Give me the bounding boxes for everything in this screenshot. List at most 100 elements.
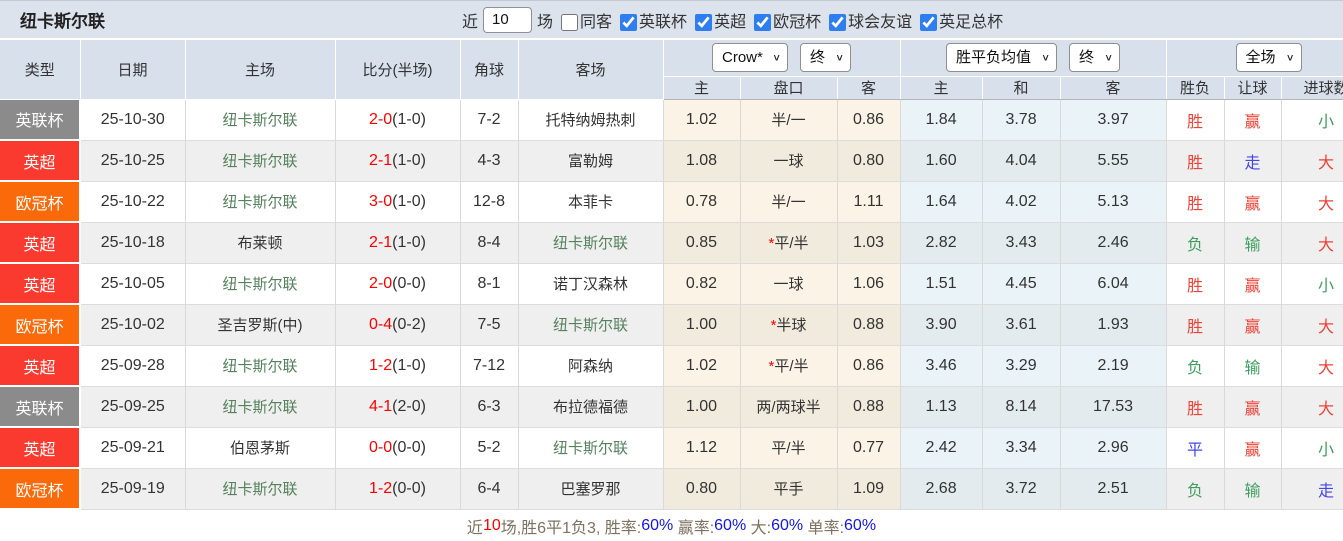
match-row: 欧冠杯 25-10-22 纽卡斯尔联 3-0(1-0) 12-8 本菲卡 0.78 半/一 1.… bbox=[0, 181, 1343, 223]
avg-home-cell: 1.51 bbox=[900, 263, 983, 305]
match-type-badge: 欧冠杯 bbox=[0, 181, 81, 223]
col-header-score: 比分(半场) bbox=[335, 40, 461, 100]
odds-home-cell: 0.78 bbox=[663, 181, 741, 223]
handicap-result-cell: 赢 bbox=[1224, 386, 1282, 428]
summary-segment-2: 场,胜6平1负3, 胜率: bbox=[500, 519, 642, 537]
avg-draw-cell: 3.29 bbox=[982, 345, 1061, 387]
fulltime-score: 0-4 bbox=[369, 315, 393, 333]
match-row: 英超 25-10-18 布莱顿 2-1(1-0) 8-4 纽卡斯尔联 0.85 *平/半 1.0… bbox=[0, 222, 1343, 264]
sub-header-goals: 进球数 bbox=[1281, 76, 1343, 100]
filter-checkbox-3[interactable] bbox=[754, 13, 772, 31]
scope-select[interactable]: 全场 bbox=[1235, 43, 1302, 73]
avg-away-cell: 3.97 bbox=[1060, 99, 1167, 141]
match-date: 25-10-25 bbox=[80, 140, 186, 182]
score-cell: 2-0(1-0) bbox=[335, 99, 461, 141]
away-team-name: 纽卡斯尔联 bbox=[552, 440, 628, 457]
halftime-score: (0-0) bbox=[392, 274, 426, 292]
match-type-badge: 英超 bbox=[0, 345, 81, 387]
match-row: 英联杯 25-09-25 纽卡斯尔联 4-1(2-0) 6-3 布拉德福德 1.00 两/两球… bbox=[0, 386, 1343, 428]
score-cell: 1-2(0-0) bbox=[335, 468, 461, 510]
handicap-cell: *平/半 bbox=[740, 222, 838, 264]
filter-checkbox-1[interactable] bbox=[620, 13, 638, 31]
halftime-score: (2-0) bbox=[392, 397, 426, 415]
filter-label-3[interactable]: 欧冠杯 bbox=[773, 14, 821, 31]
sub-header-odds-home: 主 bbox=[663, 76, 741, 100]
avg-select[interactable]: 胜平负均值 bbox=[946, 43, 1058, 73]
odds-home-cell: 0.80 bbox=[663, 468, 741, 510]
corners-cell: 8-4 bbox=[460, 222, 519, 264]
goals-result-cell: 大 bbox=[1281, 345, 1343, 387]
filter-controls: 近 10 场 同客 英联杯 英超 欧冠杯 球会友谊 英足总杯 bbox=[462, 6, 1003, 33]
filter-label-5[interactable]: 英足总杯 bbox=[939, 14, 1003, 31]
goals-result-cell: 走 bbox=[1281, 468, 1343, 510]
match-row: 英超 25-09-28 纽卡斯尔联 1-2(1-0) 7-12 阿森纳 1.02 *平/半 0.… bbox=[0, 345, 1343, 387]
match-date: 25-09-25 bbox=[80, 386, 186, 428]
filter-bar: 纽卡斯尔联 近 10 场 同客 英联杯 英超 欧冠杯 球会友谊 英足总杯 bbox=[0, 0, 1343, 40]
filter-label-0[interactable]: 同客 bbox=[580, 14, 612, 31]
score-cell: 2-1(1-0) bbox=[335, 222, 461, 264]
filter-label-2[interactable]: 英超 bbox=[714, 14, 746, 31]
halftime-score: (1-0) bbox=[392, 192, 426, 210]
score-cell: 3-0(1-0) bbox=[335, 181, 461, 223]
odds-away-cell: 0.77 bbox=[837, 427, 901, 469]
corners-cell: 5-2 bbox=[460, 427, 519, 469]
match-row: 英超 25-09-21 伯恩茅斯 0-0(0-0) 5-2 纽卡斯尔联 1.12 平/半 0.7… bbox=[0, 427, 1343, 469]
col-header-date: 日期 bbox=[80, 40, 186, 100]
handicap-result-cell: 赢 bbox=[1224, 181, 1282, 223]
halftime-score: (1-0) bbox=[392, 356, 426, 374]
handicap-result-cell: 赢 bbox=[1224, 427, 1282, 469]
odds-stage-select[interactable]: 终 bbox=[800, 43, 852, 73]
away-team-name: 布拉德福德 bbox=[552, 399, 628, 416]
sub-header-handicap: 盘口 bbox=[740, 76, 838, 100]
avg-home-cell: 2.42 bbox=[900, 427, 983, 469]
match-type-badge: 欧冠杯 bbox=[0, 304, 81, 346]
home-team-name: 纽卡斯尔联 bbox=[222, 112, 298, 129]
result-outcome-cell: 胜 bbox=[1166, 386, 1225, 428]
handicap-result-cell: 赢 bbox=[1224, 99, 1282, 141]
odds-source-select[interactable]: Crow* bbox=[712, 43, 789, 73]
handicap-cell: 半/一 bbox=[740, 99, 838, 141]
match-type-badge: 英超 bbox=[0, 427, 81, 469]
filter-checkbox-2[interactable] bbox=[695, 13, 713, 31]
handicap-cell: *平/半 bbox=[740, 345, 838, 387]
recent-count-select[interactable]: 10 bbox=[483, 6, 533, 33]
handicap-text: 平/半 bbox=[774, 235, 809, 252]
avg-home-cell: 1.60 bbox=[900, 140, 983, 182]
match-date: 25-10-22 bbox=[80, 181, 186, 223]
home-team: 纽卡斯尔联 bbox=[185, 99, 336, 141]
avg-draw-cell: 3.34 bbox=[982, 427, 1061, 469]
away-team: 巴塞罗那 bbox=[518, 468, 664, 510]
odds-away-cell: 1.11 bbox=[837, 181, 901, 223]
avg-away-cell: 17.53 bbox=[1060, 386, 1167, 428]
avg-away-cell: 2.51 bbox=[1060, 468, 1167, 510]
handicap-result-cell: 赢 bbox=[1224, 304, 1282, 346]
avg-away-cell: 5.13 bbox=[1060, 181, 1167, 223]
filter-label-4[interactable]: 球会友谊 bbox=[848, 14, 912, 31]
result-outcome-cell: 胜 bbox=[1166, 99, 1225, 141]
odds-away-cell: 0.86 bbox=[837, 99, 901, 141]
avg-stage-select[interactable]: 终 bbox=[1069, 43, 1121, 73]
filter-label-1[interactable]: 英联杯 bbox=[639, 14, 687, 31]
avg-home-cell: 2.68 bbox=[900, 468, 983, 510]
filter-checkbox-4[interactable] bbox=[829, 13, 847, 31]
away-team-name: 纽卡斯尔联 bbox=[552, 235, 628, 252]
score-cell: 0-0(0-0) bbox=[335, 427, 461, 469]
home-team: 布莱顿 bbox=[185, 222, 336, 264]
result-outcome-cell: 负 bbox=[1166, 468, 1225, 510]
score-cell: 2-0(0-0) bbox=[335, 263, 461, 305]
result-outcome-cell: 平 bbox=[1166, 427, 1225, 469]
odds-away-cell: 1.09 bbox=[837, 468, 901, 510]
corners-cell: 12-8 bbox=[460, 181, 519, 223]
sub-header-odds-away: 客 bbox=[837, 76, 901, 100]
corners-cell: 7-12 bbox=[460, 345, 519, 387]
handicap-text: 两/两球半 bbox=[756, 399, 821, 416]
avg-draw-cell: 3.78 bbox=[982, 99, 1061, 141]
away-team: 纽卡斯尔联 bbox=[518, 427, 664, 469]
filter-checkbox-0[interactable] bbox=[561, 13, 579, 31]
home-team-name: 纽卡斯尔联 bbox=[222, 399, 298, 416]
avg-draw-cell: 4.02 bbox=[982, 181, 1061, 223]
handicap-text: 一球 bbox=[773, 276, 804, 293]
goals-result-cell: 小 bbox=[1281, 427, 1343, 469]
result-outcome-cell: 负 bbox=[1166, 345, 1225, 387]
filter-checkbox-5[interactable] bbox=[920, 13, 938, 31]
